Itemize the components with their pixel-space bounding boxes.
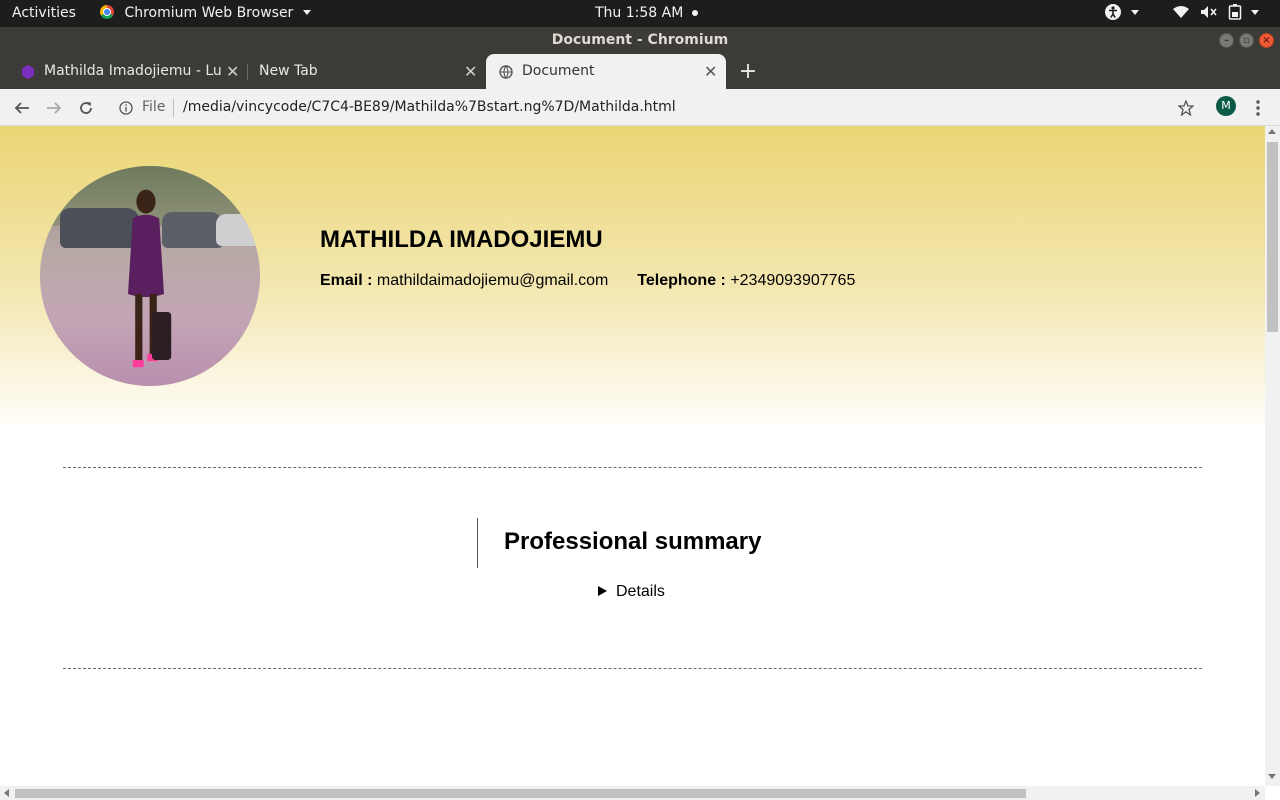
browser-toolbar: File /media/vincycode/C7C4-BE89/Mathilda… — [0, 89, 1280, 126]
tab-label: New Tab — [259, 63, 318, 79]
section-divider — [63, 467, 1202, 468]
tab-strip: Mathilda Imadojiemu - Lu ✕ New Tab ✕ Doc… — [0, 54, 1280, 89]
back-button[interactable] — [10, 96, 34, 120]
address-bar[interactable]: /media/vincycode/C7C4-BE89/Mathilda%7Bst… — [183, 89, 1163, 126]
battery-icon — [1228, 4, 1242, 20]
candidate-name: MATHILDA IMADOJIEMU — [320, 226, 603, 253]
details-label: Details — [616, 583, 665, 600]
horizontal-scroll-thumb[interactable] — [15, 789, 1026, 798]
tab-label: Mathilda Imadojiemu - Lu — [44, 63, 222, 79]
parked-car — [216, 214, 260, 246]
star-icon — [1177, 99, 1195, 117]
telephone-label: Telephone : — [637, 272, 726, 289]
new-tab-button[interactable]: + — [734, 54, 762, 89]
activities-button[interactable]: Activities — [12, 0, 76, 27]
info-icon — [119, 101, 133, 115]
scroll-down-icon[interactable] — [1268, 774, 1276, 779]
summary-heading: Professional summary — [504, 528, 762, 555]
summary-accent-bar — [477, 518, 478, 568]
hexagon-favicon-icon — [22, 65, 34, 79]
maximize-button[interactable]: ▫ — [1239, 33, 1254, 48]
globe-icon — [499, 65, 513, 79]
chromium-icon — [100, 5, 114, 19]
notification-dot-icon — [691, 10, 698, 16]
accessibility-icon — [1105, 4, 1121, 20]
volume-muted-icon — [1201, 6, 1217, 18]
accessibility-menu[interactable] — [1104, 0, 1140, 27]
close-tab-icon[interactable]: ✕ — [464, 54, 477, 89]
tab-divider — [247, 64, 248, 80]
scroll-left-icon[interactable] — [4, 789, 9, 797]
kebab-menu-icon — [1256, 100, 1260, 116]
arrow-left-icon — [14, 102, 29, 114]
wifi-status[interactable] — [1172, 0, 1190, 27]
reload-icon — [80, 102, 92, 114]
volume-status[interactable] — [1200, 0, 1218, 27]
bookmark-button[interactable] — [1174, 96, 1198, 120]
url-divider — [173, 99, 174, 117]
close-tab-icon[interactable]: ✕ — [226, 54, 239, 89]
scroll-up-icon[interactable] — [1268, 129, 1276, 134]
tab-document[interactable]: Document ✕ — [486, 54, 726, 89]
clock-label: Thu 1:58 AM — [595, 5, 684, 21]
app-menu-label: Chromium Web Browser — [124, 5, 294, 21]
site-info-button[interactable] — [114, 96, 138, 120]
tab-label: Document — [522, 63, 595, 79]
window-title-bar: Document - Chromium – ▫ × — [0, 27, 1280, 54]
vertical-scroll-thumb[interactable] — [1267, 142, 1278, 332]
app-menu-button[interactable]: Chromium Web Browser — [100, 0, 311, 27]
menu-button[interactable] — [1246, 96, 1270, 120]
triangle-right-icon — [598, 586, 607, 596]
horizontal-scrollbar[interactable] — [0, 786, 1265, 800]
wifi-icon — [1173, 6, 1189, 18]
contact-line: Email : mathildaimadojiemu@gmail.com Tel… — [320, 272, 855, 290]
telephone-value: +2349093907765 — [730, 272, 856, 289]
clock[interactable]: Thu 1:58 AM — [595, 0, 698, 27]
close-tab-icon[interactable]: ✕ — [704, 54, 717, 89]
plus-icon: + — [738, 59, 758, 84]
scroll-right-icon[interactable] — [1255, 789, 1260, 797]
page-viewport: MATHILDA IMADOJIEMU Email : mathildaimad… — [0, 126, 1265, 786]
forward-button[interactable] — [42, 96, 66, 120]
close-window-button[interactable]: × — [1259, 33, 1274, 48]
reload-button[interactable] — [74, 96, 98, 120]
arrow-right-icon — [47, 102, 62, 114]
person-figure — [128, 189, 172, 368]
system-top-bar: Activities Chromium Web Browser Thu 1:58… — [0, 0, 1280, 27]
window-title: Document - Chromium — [551, 32, 729, 48]
vertical-scrollbar[interactable] — [1265, 126, 1280, 786]
url-scheme-chip: File — [142, 99, 166, 115]
details-toggle[interactable]: Details — [598, 583, 665, 601]
chevron-down-icon — [1251, 10, 1260, 15]
tab-mathilda[interactable]: Mathilda Imadojiemu - Lu ✕ — [8, 54, 246, 89]
profile-photo — [40, 166, 260, 386]
minimize-button[interactable]: – — [1219, 33, 1234, 48]
email-value: mathildaimadojiemu@gmail.com — [376, 272, 609, 289]
chevron-down-icon — [1131, 10, 1140, 15]
profile-avatar[interactable]: M — [1216, 96, 1236, 116]
email-label: Email : — [320, 272, 373, 289]
tab-new-tab[interactable]: New Tab ✕ — [248, 54, 484, 89]
battery-status[interactable] — [1228, 0, 1260, 27]
chevron-down-icon — [302, 10, 311, 15]
section-divider — [63, 668, 1202, 669]
